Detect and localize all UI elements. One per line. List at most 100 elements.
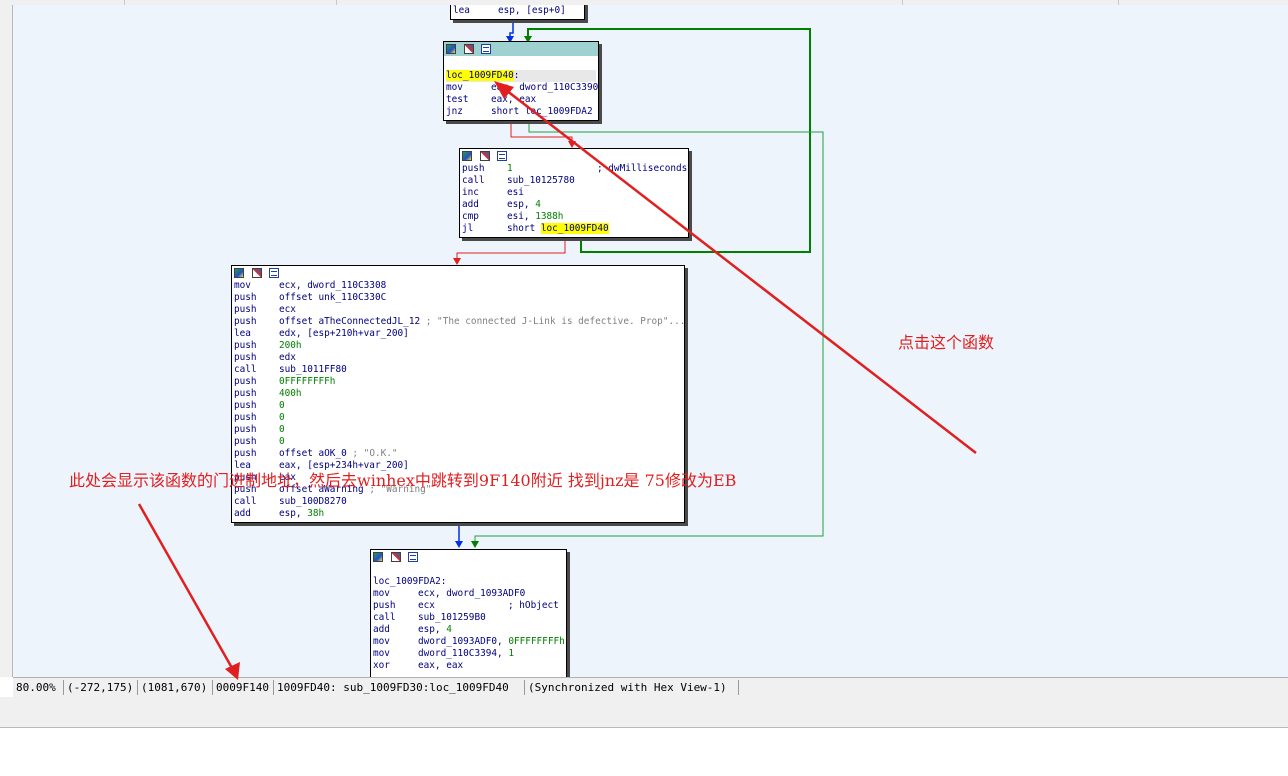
- status-bar: 80.00% (-272,175) (1081,670) 0009F140 10…: [13, 677, 1288, 697]
- asm-operands: ecx: [279, 304, 296, 315]
- asm-line[interactable]: loc_1009FD40:: [446, 70, 596, 82]
- asm-operands: ecx, dword_1093ADF0: [418, 588, 526, 599]
- edge-jl-false: [456, 241, 566, 259]
- block-header: [371, 550, 566, 564]
- asm-line[interactable]: add esp, 38h: [234, 508, 682, 520]
- graph-color-icon[interactable]: [462, 151, 472, 161]
- asm-line[interactable]: jnz short loc_1009FDA2: [446, 106, 596, 118]
- asm-line[interactable]: push offset aTheConnectedJL_12 ; "The con…: [234, 316, 685, 328]
- graph-color-icon[interactable]: [373, 552, 383, 562]
- asm-operands: edx: [279, 352, 296, 363]
- status-mouse-coords: (1081,670): [138, 680, 213, 695]
- asm-line[interactable]: add esp, 4: [462, 199, 686, 211]
- asm-operands: esp, [esp+0]: [498, 5, 566, 16]
- asm-line[interactable]: push 1 ; dwMilliseconds: [462, 163, 687, 175]
- asm-operands: 200h: [279, 340, 302, 351]
- asm-operands: dword_110C3394, 1: [418, 648, 514, 659]
- asm-line[interactable]: push offset unk_110C330C: [234, 292, 682, 304]
- asm-operands: esi, 1388h: [507, 211, 564, 222]
- asm-mnemonic: push: [234, 376, 257, 387]
- asm-comment: ; "O.K.": [352, 448, 398, 459]
- graph-color-icon[interactable]: [234, 268, 244, 278]
- asm-operands: offset unk_110C330C: [279, 292, 387, 303]
- asm-mnemonic: xor: [373, 660, 390, 671]
- asm-line[interactable]: inc esi: [462, 187, 686, 199]
- asm-line[interactable]: add esp, 4: [373, 624, 564, 636]
- asm-mnemonic: push: [234, 388, 257, 399]
- asm-operands: esp, 4: [418, 624, 452, 635]
- asm-line[interactable]: push ecx: [234, 304, 682, 316]
- asm-operands: 400h: [279, 388, 302, 399]
- asm-line[interactable]: call sub_100D8270: [234, 496, 682, 508]
- asm-line[interactable]: loc_1009FDA2:: [373, 576, 564, 588]
- status-file-offset: 0009F140: [213, 680, 274, 695]
- asm-operands: eax, eax: [491, 94, 537, 105]
- asm-label[interactable]: loc_1009FD40: [446, 70, 514, 81]
- asm-line[interactable]: push 0: [234, 400, 682, 412]
- block-group-icon[interactable]: [408, 552, 419, 562]
- annotation-instructions: 此处会显示该函数的门进制地址，然后去winhex中跳转到9F140附近 找到jn…: [69, 471, 737, 490]
- asm-line[interactable]: mov dword_110C3394, 1: [373, 648, 564, 660]
- asm-line[interactable]: push ecx ; hObject: [373, 600, 564, 612]
- asm-mnemonic: mov: [234, 280, 251, 291]
- edit-pencil-icon[interactable]: [463, 44, 474, 54]
- asm-label: loc_1009FDA2: [373, 576, 441, 587]
- asm-line[interactable]: cmp esi, 1388h: [462, 211, 686, 223]
- block-group-icon[interactable]: [269, 268, 280, 278]
- asm-line[interactable]: mov ecx, dword_1093ADF0: [373, 588, 564, 600]
- asm-line[interactable]: call sub_10125780: [462, 175, 686, 187]
- code-block-loc-1009fda2[interactable]: loc_1009FDA2: mov ecx, dword_1093ADF0 push e…: [370, 549, 567, 677]
- block-group-icon[interactable]: [481, 44, 492, 54]
- asm-operands: ecx: [418, 600, 435, 611]
- asm-line[interactable]: mov dword_1093ADF0, 0FFFFFFFFh: [373, 636, 565, 648]
- code-block-top[interactable]: lea esp, [esp+0]: [450, 5, 585, 20]
- graph-view[interactable]: lea esp, [esp+0] loc_1009FD40: mov eax, dwo…: [13, 5, 1288, 677]
- asm-line[interactable]: push 0: [234, 436, 682, 448]
- asm-mnemonic: push: [373, 600, 396, 611]
- asm-operands: 0: [279, 400, 285, 411]
- edit-pencil-icon[interactable]: [251, 268, 262, 278]
- edit-pencil-icon[interactable]: [390, 552, 401, 562]
- asm-operands: edx, [esp+210h+var_200]: [279, 328, 409, 339]
- status-location: 1009FD40: sub_1009FD30:loc_1009FD40: [274, 680, 525, 695]
- asm-line[interactable]: call sub_1011FF80: [234, 364, 682, 376]
- edit-pencil-icon[interactable]: [479, 151, 490, 161]
- asm-label-colon: :: [513, 70, 520, 81]
- code-block-body: loc_1009FDA2: mov ecx, dword_1093ADF0 push e…: [371, 564, 566, 674]
- asm-operands: sub_1011FF80: [279, 364, 347, 375]
- asm-operands: 0: [279, 436, 285, 447]
- asm-mnemonic: push: [234, 292, 257, 303]
- asm-line[interactable]: lea edx, [esp+210h+var_200]: [234, 328, 682, 340]
- asm-line[interactable]: test eax, eax: [446, 94, 596, 106]
- asm-line[interactable]: jl short loc_1009FD40: [462, 223, 686, 235]
- asm-mnemonic: push: [234, 436, 257, 447]
- edge-arrow: [568, 141, 576, 148]
- code-block-body: lea esp, [esp+0]: [451, 5, 584, 19]
- asm-line[interactable]: xor eax, eax: [373, 660, 564, 672]
- asm-line[interactable]: call sub_101259B0: [373, 612, 564, 624]
- asm-line[interactable]: push 0: [234, 412, 682, 424]
- asm-mnemonic: call: [234, 496, 257, 507]
- asm-line[interactable]: push 400h: [234, 388, 682, 400]
- asm-operands: 0: [279, 412, 285, 423]
- asm-line[interactable]: push 0FFFFFFFFh: [234, 376, 682, 388]
- code-block-sleep-loop[interactable]: push 1 ; dwMilliseconds call sub_10125780 in…: [459, 148, 689, 238]
- asm-line[interactable]: mov ecx, dword_110C3308: [234, 280, 682, 292]
- block-group-icon[interactable]: [497, 151, 508, 161]
- asm-line[interactable]: lea esp, [esp+0]: [453, 5, 582, 17]
- graph-color-icon[interactable]: [446, 44, 456, 54]
- code-block-loc-1009fd40[interactable]: loc_1009FD40: mov eax, dword_110C3390 test e…: [443, 41, 599, 121]
- asm-line[interactable]: mov eax, dword_110C3390: [446, 82, 598, 94]
- asm-operands: short: [507, 223, 541, 234]
- asm-line[interactable]: push offset aOK_0 ; "O.K.": [234, 448, 682, 460]
- asm-comment: ; hObject: [508, 600, 559, 611]
- asm-mnemonic: push: [234, 400, 257, 411]
- asm-mnemonic: add: [234, 508, 251, 519]
- block-header: [460, 149, 688, 163]
- asm-line[interactable]: push 0: [234, 424, 682, 436]
- asm-mnemonic: lea: [234, 328, 251, 339]
- asm-line[interactable]: push 200h: [234, 340, 682, 352]
- asm-line[interactable]: push edx: [234, 352, 682, 364]
- asm-comment: ; "The connected J-Link is defective. Pr…: [425, 316, 686, 327]
- asm-label-ref[interactable]: loc_1009FD40: [540, 223, 609, 234]
